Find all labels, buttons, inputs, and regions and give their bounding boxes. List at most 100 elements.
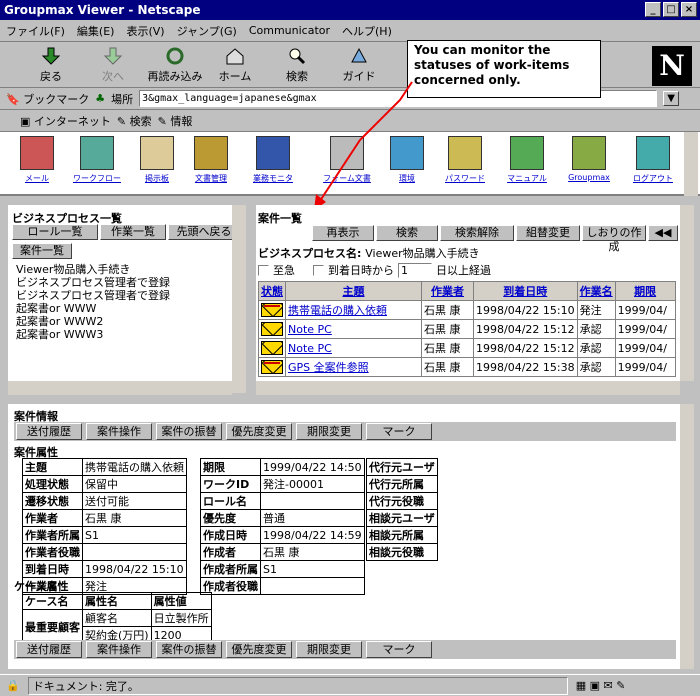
location-label: 場所: [111, 92, 134, 106]
menu-view[interactable]: 表示(V): [126, 23, 164, 39]
create-bookmark-button[interactable]: しおりの作成: [582, 225, 646, 253]
col-header-worker[interactable]: 作業者: [421, 281, 474, 301]
left-pane-hscroll[interactable]: [8, 381, 232, 395]
list-item[interactable]: ビジネスプロセス管理者で登録: [16, 276, 170, 289]
detail-toolbar-bottom: 送付履歴 案件操作 案件の振替 優先度変更 期限変更 マーク: [14, 640, 676, 659]
col-header-task[interactable]: 作業名: [576, 281, 616, 301]
app-bar-scrollbar[interactable]: [684, 132, 698, 196]
home-button[interactable]: ホーム: [204, 46, 266, 86]
col-header-subject[interactable]: 主題: [285, 281, 422, 301]
attr-label: 代行元役職: [366, 492, 438, 510]
due-change-button[interactable]: 期限変更: [296, 641, 362, 658]
arrival-checkbox[interactable]: [313, 264, 324, 276]
attr-label: 代行元所属: [366, 475, 438, 493]
security-lock-icon[interactable]: 🔒: [6, 679, 20, 692]
info-link[interactable]: ✎ 情報: [158, 113, 193, 129]
menu-file[interactable]: ファイル(F): [6, 23, 65, 39]
history-button[interactable]: 送付履歴: [16, 641, 82, 658]
urgent-envelope-icon: [261, 360, 283, 374]
attr-value: 発注-00001: [260, 475, 365, 493]
mailbox-icon: [20, 136, 54, 170]
app-password[interactable]: パスワード: [440, 136, 490, 184]
days-select[interactable]: 1: [398, 262, 432, 278]
case-subject-link[interactable]: 携帯電話の購入依頼: [285, 300, 422, 320]
bookmarks-button[interactable]: 🔖 ブックマーク: [6, 91, 89, 107]
envelope-icon: [261, 341, 283, 355]
page-proxy-icon[interactable]: ♣: [95, 92, 105, 105]
urgent-checkbox[interactable]: [258, 264, 269, 276]
reload-button[interactable]: 再読み込み: [140, 46, 210, 86]
menu-go[interactable]: ジャンプ(G): [177, 23, 237, 39]
app-workflow[interactable]: ワークフロー: [72, 136, 122, 184]
mark-button[interactable]: マーク: [366, 641, 432, 658]
app-logout[interactable]: ログアウト: [628, 136, 678, 184]
menu-edit[interactable]: 編集(E): [77, 23, 115, 39]
clear-search-button[interactable]: 検索解除: [440, 225, 514, 241]
col-header-state[interactable]: 状態: [258, 281, 286, 301]
attr-label: 相談元ユーザ: [366, 509, 438, 527]
close-button[interactable]: ×: [681, 2, 697, 17]
app-bulletin[interactable]: 掲示板: [132, 136, 182, 184]
table-row[interactable]: Note PC 石黒 康 1998/04/22 15:12 承認 1999/04/: [258, 338, 676, 358]
attr-value: 保留中: [82, 475, 187, 493]
case-subject-link[interactable]: Note PC: [285, 319, 422, 339]
case-search-button[interactable]: 検索: [376, 225, 438, 241]
component-bar-icon[interactable]: ▦ ▣ ✉ ✎: [576, 679, 626, 692]
mark-button[interactable]: マーク: [366, 423, 432, 440]
list-item[interactable]: 起案書or WWW: [16, 302, 96, 315]
col-header-arrived[interactable]: 到着日時: [473, 281, 578, 301]
case-transfer-button[interactable]: 案件の振替: [156, 641, 222, 658]
case-operation-button[interactable]: 案件操作: [86, 641, 152, 658]
window-title: Groupmax Viewer - Netscape: [4, 3, 201, 17]
detail-pane-vscroll[interactable]: [680, 404, 694, 669]
case-subject-link[interactable]: Note PC: [285, 338, 422, 358]
minimize-button[interactable]: _: [645, 2, 661, 17]
case-subject-link[interactable]: GPS 全案件参照: [285, 357, 422, 377]
case-transfer-button[interactable]: 案件の振替: [156, 423, 222, 440]
case-operation-button[interactable]: 案件操作: [86, 423, 152, 440]
priority-change-button[interactable]: 優先度変更: [226, 423, 292, 440]
right-pane-hscroll[interactable]: [256, 381, 680, 395]
reorder-button[interactable]: 組替変更: [516, 225, 580, 241]
case-list-button[interactable]: 案件一覧: [12, 243, 72, 259]
menu-help[interactable]: ヘルプ(H): [342, 23, 392, 39]
app-mail[interactable]: メール: [12, 136, 62, 184]
attr-value: 送付可能: [82, 492, 187, 510]
case-attr-table-1: 主題 携帯電話の購入依頼 処理状態 保留中 遷移状態 送付可能 作業者 石黒 康作業者所属 S1…: [22, 458, 187, 595]
forward-button[interactable]: 次へ: [82, 46, 144, 86]
table-row[interactable]: GPS 全案件参照 石黒 康 1998/04/22 15:38 承認 1999/04/: [258, 357, 676, 377]
refresh-button[interactable]: 再表示: [312, 225, 374, 241]
app-manual[interactable]: マニュアル: [502, 136, 552, 184]
attr-value: 携帯電話の購入依頼: [82, 458, 187, 476]
app-document[interactable]: 文書管理: [186, 136, 236, 184]
task-list-button[interactable]: 作業一覧: [100, 224, 166, 240]
list-item[interactable]: ビジネスプロセス管理者で登録: [16, 289, 170, 302]
history-button[interactable]: 送付履歴: [16, 423, 82, 440]
guide-icon: [351, 47, 367, 63]
app-monitor[interactable]: 業務モニタ: [248, 136, 298, 184]
location-dropdown-button[interactable]: ▼: [663, 91, 680, 106]
col-header-due[interactable]: 期限: [614, 281, 676, 301]
internet-link[interactable]: ▣ インターネット: [20, 113, 111, 129]
attr-label: 処理状態: [22, 475, 83, 493]
attr-label: 作業者役職: [22, 543, 83, 561]
personal-search-link[interactable]: ✎ 検索: [117, 113, 152, 129]
list-item[interactable]: 起案書or WWW2: [16, 315, 103, 328]
home-icon: [226, 48, 244, 65]
menu-communicator[interactable]: Communicator: [249, 24, 330, 37]
attr-label: 作業者所属: [22, 526, 83, 544]
app-groupmax[interactable]: Groupmax: [564, 136, 614, 182]
due-change-button[interactable]: 期限変更: [296, 423, 362, 440]
back-button[interactable]: 戻る: [20, 46, 82, 86]
list-item[interactable]: 起案書or WWW3: [16, 328, 103, 341]
table-row[interactable]: 携帯電話の購入依頼 石黒 康 1998/04/22 15:10 発注 1999/04/: [258, 300, 676, 320]
maximize-button[interactable]: □: [663, 2, 679, 17]
role-list-button[interactable]: ロール一覧: [12, 224, 98, 240]
table-row[interactable]: Note PC 石黒 康 1998/04/22 15:12 承認 1999/04/: [258, 319, 676, 339]
back-to-top-button[interactable]: 先頭へ戻る: [168, 224, 240, 240]
list-item[interactable]: Viewer物品購入手続き: [16, 263, 130, 276]
left-pane-vscroll[interactable]: [232, 205, 246, 393]
right-pane-vscroll[interactable]: [680, 205, 694, 381]
first-page-icon[interactable]: ◀◀: [648, 225, 678, 241]
priority-change-button[interactable]: 優先度変更: [226, 641, 292, 658]
